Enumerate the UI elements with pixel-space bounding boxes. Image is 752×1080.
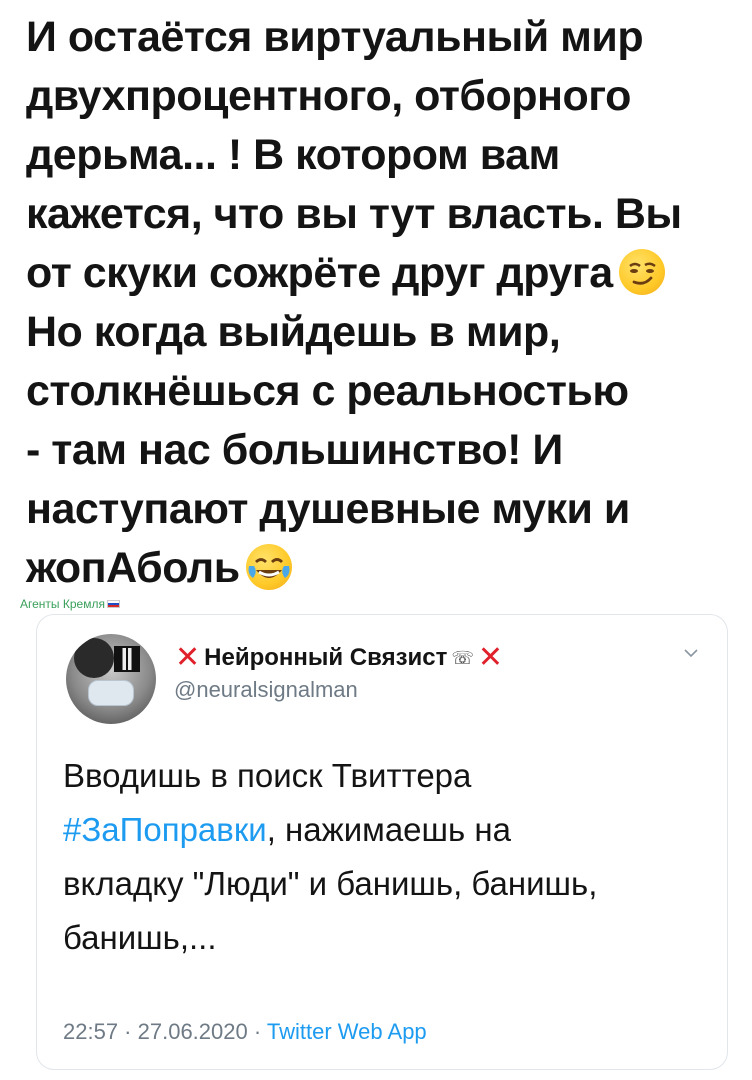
tweet-text-line: вкладку "Люди" и банишь, банишь,	[63, 865, 598, 902]
tweet-text-line: #ЗаПоправки, нажимаешь на	[63, 803, 703, 857]
tweet-meta: 22:57 · 27.06.2020 · Twitter Web App	[63, 1019, 427, 1045]
post-text-line-with-emoji: от скуки сожрёте друг друга	[26, 244, 738, 303]
red-cross-icon: ✕	[175, 641, 201, 674]
tweet-text-line: Вводишь в поиск Твиттера	[63, 757, 472, 794]
red-cross-icon: ✕	[477, 641, 504, 674]
telephone-icon: ☏	[451, 647, 474, 668]
quoted-tweet-card[interactable]: ✕ Нейронный Связист ☏ ✕ @neuralsignalman…	[36, 614, 728, 1070]
meta-separator: ·	[118, 1019, 138, 1044]
post-text-line: дерьма... ! В котором вам	[26, 131, 560, 179]
watermark-text: Агенты Кремля	[20, 597, 105, 611]
chevron-down-icon[interactable]	[681, 643, 701, 663]
tweet-text-line: банишь,...	[63, 919, 217, 956]
tweet-text-fragment: , нажимаешь на	[266, 811, 511, 848]
tweet-time[interactable]: 22:57	[63, 1019, 118, 1044]
post-text-line: И остаётся виртуальный мир	[26, 13, 644, 61]
post-text-line: жопАболь	[26, 544, 240, 592]
post-text-line: Но когда выйдешь в мир,	[26, 308, 561, 356]
smirking-face-icon	[618, 249, 665, 295]
avatar[interactable]	[66, 634, 156, 724]
post-text-line: кажется, что вы тут власть. Вы	[26, 190, 682, 238]
avatar-hair	[74, 638, 114, 678]
qr-code-icon	[114, 646, 140, 672]
meta-separator: ·	[247, 1019, 267, 1044]
post-text-line: столкнёшься с реальностью	[26, 367, 629, 415]
post-text-line: наступают душевные муки и	[26, 485, 630, 533]
tweet-date[interactable]: 27.06.2020	[138, 1019, 248, 1044]
tweet-text: Вводишь в поиск Твиттера #ЗаПоправки, на…	[63, 749, 703, 965]
author-name-row[interactable]: ✕ Нейронный Связист ☏ ✕	[175, 641, 503, 675]
tweet-source-link[interactable]: Twitter Web App	[267, 1019, 427, 1044]
post-text: И остаётся виртуальный мир двухпроцентно…	[26, 8, 738, 598]
display-name[interactable]: Нейронный Связист	[204, 644, 447, 672]
user-handle[interactable]: @neuralsignalman	[174, 677, 358, 703]
post-text-line: от скуки сожрёте друг друга	[26, 249, 613, 297]
post-text-line: - там нас большинство! И	[26, 426, 563, 474]
russian-flag-icon	[106, 600, 120, 608]
post-text-line: двухпроцентного, отборного	[26, 72, 631, 120]
face-with-tears-of-joy-icon	[245, 544, 292, 590]
watermark: Агенты Кремля	[20, 597, 120, 611]
post-text-line-with-emoji: жопАболь	[26, 539, 738, 598]
face-mask	[88, 680, 134, 706]
hashtag-link[interactable]: #ЗаПоправки	[63, 811, 267, 848]
